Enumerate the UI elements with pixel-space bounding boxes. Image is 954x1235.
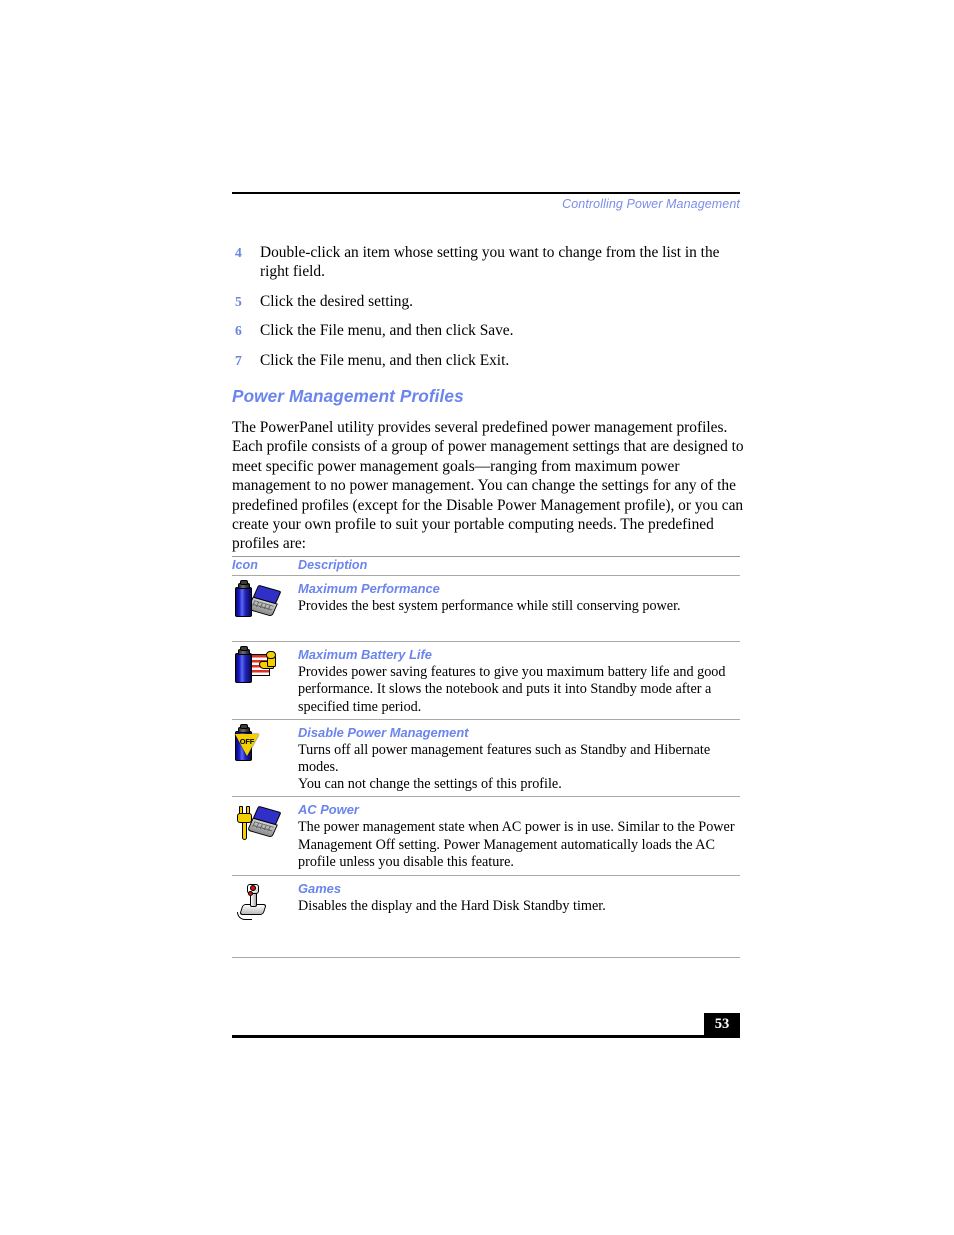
table-cell-description: Maximum Performance Provides the best sy… bbox=[298, 576, 740, 641]
joystick-icon bbox=[235, 883, 279, 921]
profile-name: AC Power bbox=[298, 802, 359, 818]
step-number: 4 bbox=[235, 245, 242, 260]
table-cell-description: Maximum Battery Life Provides power savi… bbox=[298, 642, 740, 719]
profiles-table: Icon Description Maximum Performance Pro… bbox=[232, 556, 740, 959]
muscle-arm-glyph bbox=[259, 651, 277, 675]
profile-name: Games bbox=[298, 881, 341, 897]
list-item: 4 Double-click an item whose setting you… bbox=[232, 243, 740, 282]
intro-paragraph: The PowerPanel utility provides several … bbox=[232, 419, 744, 553]
step-text: Double-click an item whose setting you w… bbox=[260, 244, 720, 281]
step-number: 5 bbox=[235, 293, 242, 309]
list-item: 6 Click the File menu, and then click Sa… bbox=[232, 321, 740, 340]
step-number: 6 bbox=[235, 323, 242, 339]
table-cell-icon: OFF bbox=[232, 720, 298, 765]
battery-glyph bbox=[235, 653, 252, 684]
table-cell-icon bbox=[232, 642, 298, 687]
profile-description: Provides power saving features to give y… bbox=[298, 664, 726, 715]
step-text: Click the File menu, and then click Exit… bbox=[260, 351, 510, 369]
header-rule bbox=[232, 192, 740, 194]
table-row: Maximum Battery Life Provides power savi… bbox=[232, 642, 740, 719]
notebook-glyph bbox=[247, 584, 282, 619]
section-heading: Power Management Profiles bbox=[232, 386, 464, 406]
footer-rule bbox=[232, 1035, 740, 1038]
list-item: 7 Click the File menu, and then click Ex… bbox=[232, 351, 740, 370]
profile-description: Disables the display and the Hard Disk S… bbox=[298, 898, 606, 915]
table-row: AC Power The power management state when… bbox=[232, 797, 740, 875]
profile-name: Disable Power Management bbox=[298, 724, 469, 740]
profile-description: The power management state when AC power… bbox=[298, 819, 735, 870]
step-text: Click the desired setting. bbox=[260, 292, 414, 310]
document-page: Controlling Power Management 4 Double-cl… bbox=[232, 0, 744, 1235]
running-header: Controlling Power Management bbox=[562, 197, 740, 211]
table-cell-description: Games Disables the display and the Hard … bbox=[298, 876, 740, 957]
table-row: Maximum Performance Provides the best sy… bbox=[232, 576, 740, 641]
ac-plug-notebook-icon bbox=[235, 804, 282, 842]
profile-description: Turns off all power management features … bbox=[298, 741, 711, 776]
battery-notebook-icon bbox=[235, 580, 282, 621]
battery-glyph bbox=[235, 587, 252, 617]
power-plug-glyph bbox=[236, 806, 254, 841]
off-label: OFF bbox=[239, 736, 255, 746]
profile-description: Provides the best system performance whi… bbox=[298, 598, 681, 614]
column-header-description: Description bbox=[298, 558, 368, 572]
table-cell-icon bbox=[232, 797, 298, 842]
joystick-glyph bbox=[237, 884, 277, 921]
list-item: 5 Click the desired setting. bbox=[232, 292, 740, 311]
table-bottom-rule bbox=[232, 957, 740, 959]
page-number-badge: 53 bbox=[704, 1013, 740, 1035]
table-row: OFF Disable Power Management Turns off a… bbox=[232, 720, 740, 797]
step-text: Click the File menu, and then click Save… bbox=[260, 322, 514, 340]
column-header-icon: Icon bbox=[232, 558, 258, 572]
table-header-row: Icon Description bbox=[232, 557, 740, 575]
table-cell-icon bbox=[232, 876, 298, 921]
table-cell-icon bbox=[232, 576, 298, 621]
profile-name: Maximum Battery Life bbox=[298, 647, 432, 663]
numbered-step-list: 4 Double-click an item whose setting you… bbox=[232, 243, 740, 380]
table-row: Games Disables the display and the Hard … bbox=[232, 876, 740, 957]
table-cell-description: AC Power The power management state when… bbox=[298, 797, 740, 875]
profile-name: Maximum Performance bbox=[298, 581, 440, 596]
battery-off-icon: OFF bbox=[235, 723, 279, 765]
profile-description-2: You can not change the settings of this … bbox=[298, 776, 562, 793]
table-cell-description: Disable Power Management Turns off all p… bbox=[298, 720, 740, 797]
battery-muscle-arm-icon bbox=[235, 646, 279, 687]
step-number: 7 bbox=[235, 352, 242, 368]
